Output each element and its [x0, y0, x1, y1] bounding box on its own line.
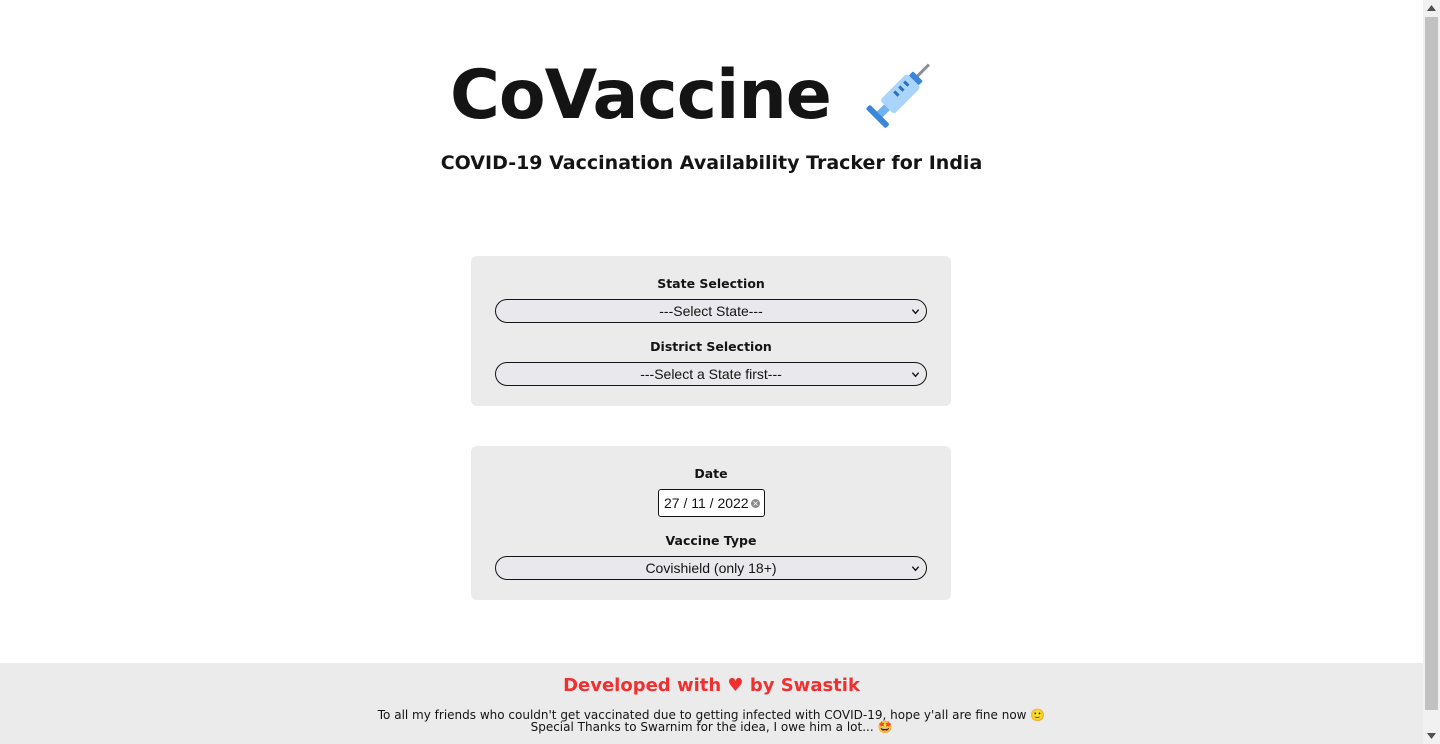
page-title: CoVaccine	[450, 56, 832, 135]
date-label: Date	[694, 466, 728, 481]
footer-thanks: Special Thanks to Swarnim for the idea, …	[530, 720, 893, 734]
clear-date-icon[interactable]: ×	[751, 499, 760, 508]
vaccine-type-label: Vaccine Type	[665, 533, 757, 548]
page-subtitle: COVID-19 Vaccination Availability Tracke…	[440, 152, 983, 174]
vaccine-type-select-value: Covishield (only 18+)	[645, 560, 777, 576]
state-label: State Selection	[657, 276, 765, 291]
scroll-down-arrow-icon[interactable]	[1427, 733, 1436, 739]
footer-credit: Developed with ♥ by Swastik	[563, 675, 860, 696]
district-select[interactable]: ---Select a State first---	[495, 362, 927, 386]
vertical-scrollbar[interactable]	[1423, 0, 1440, 744]
state-select-value: ---Select State---	[659, 303, 763, 319]
district-select-value: ---Select a State first---	[640, 366, 782, 382]
date-input-value: 27 / 11 / 2022	[664, 495, 749, 511]
syringe-icon	[866, 63, 930, 128]
scroll-up-arrow-icon[interactable]	[1427, 5, 1436, 11]
district-label: District Selection	[650, 339, 772, 354]
state-select[interactable]: ---Select State---	[495, 299, 927, 323]
chevron-down-icon	[911, 372, 920, 378]
footer: Developed with ♥ by Swastik To all my fr…	[0, 663, 1423, 744]
chevron-down-icon	[911, 309, 920, 315]
location-card: State Selection ---Select State--- Distr…	[471, 256, 951, 406]
vaccine-type-select[interactable]: Covishield (only 18+)	[495, 556, 927, 580]
page-header: CoVaccine	[450, 58, 941, 134]
chevron-down-icon	[911, 566, 920, 572]
scrollbar-thumb[interactable]	[1425, 17, 1438, 710]
date-input[interactable]: 27 / 11 / 2022 ×	[658, 489, 765, 517]
options-card: Date 27 / 11 / 2022 × Vaccine Type Covis…	[471, 446, 951, 600]
page: CoVaccine COVID-19 Vaccination Availabil…	[0, 0, 1423, 744]
